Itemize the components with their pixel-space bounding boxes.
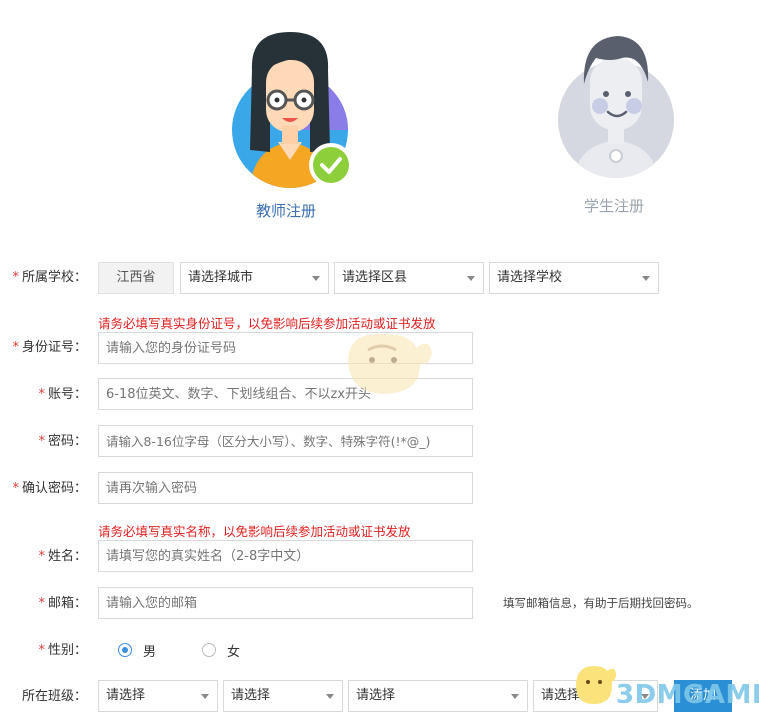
chevron-down-icon [201, 694, 209, 699]
watermark-text: 3DMGAME [616, 680, 759, 710]
gender-female-radio[interactable] [202, 643, 216, 657]
name-label: * 姓名： [38, 549, 87, 564]
city-select[interactable]: 请选择城市 [180, 262, 329, 294]
password-input[interactable] [98, 425, 473, 457]
teacher-role-option[interactable] [230, 30, 355, 190]
name-warning-text: 请务必填写真实名称，以免影响后续参加活动或证书发放 [98, 524, 411, 539]
chevron-down-icon [642, 276, 650, 281]
mascot-watermark-icon [348, 333, 432, 394]
student-register-label[interactable]: 学生注册 [584, 195, 644, 216]
class-select-3[interactable]: 请选择 [348, 680, 528, 712]
class-label: 所在班级： [21, 689, 87, 704]
confirm-password-input[interactable] [98, 472, 473, 504]
mascot-watermark-icon [576, 666, 616, 704]
id-number-label: * 身份证号： [12, 340, 87, 355]
password-label: * 密码： [38, 434, 87, 449]
class-select-2[interactable]: 请选择 [223, 680, 343, 712]
account-label: * 账号： [38, 387, 87, 402]
school-label: * 所属学校： [12, 270, 87, 285]
email-label: * 邮箱： [38, 596, 87, 611]
chevron-down-icon [511, 694, 519, 699]
gender-male-radio[interactable] [118, 643, 132, 657]
class-select-1[interactable]: 请选择 [98, 680, 218, 712]
student-avatar [558, 36, 674, 178]
confirm-password-label: * 确认密码： [12, 481, 87, 496]
gender-female-label[interactable]: 女 [227, 641, 240, 660]
chevron-down-icon [326, 694, 334, 699]
student-role-option[interactable] [556, 28, 678, 180]
gender-male-label[interactable]: 男 [143, 641, 156, 660]
province-field: 江西省 [98, 262, 174, 294]
email-input[interactable] [98, 587, 473, 619]
gender-label: * 性别： [38, 643, 87, 658]
district-select[interactable]: 请选择区县 [334, 262, 484, 294]
name-input[interactable] [98, 540, 473, 572]
school-select[interactable]: 请选择学校 [489, 262, 659, 294]
chevron-down-icon [467, 276, 475, 281]
chevron-down-icon [312, 276, 320, 281]
email-hint: 填写邮箱信息，有助于后期找回密码。 [503, 596, 699, 610]
check-icon [309, 143, 353, 187]
teacher-register-label[interactable]: 教师注册 [256, 200, 316, 221]
